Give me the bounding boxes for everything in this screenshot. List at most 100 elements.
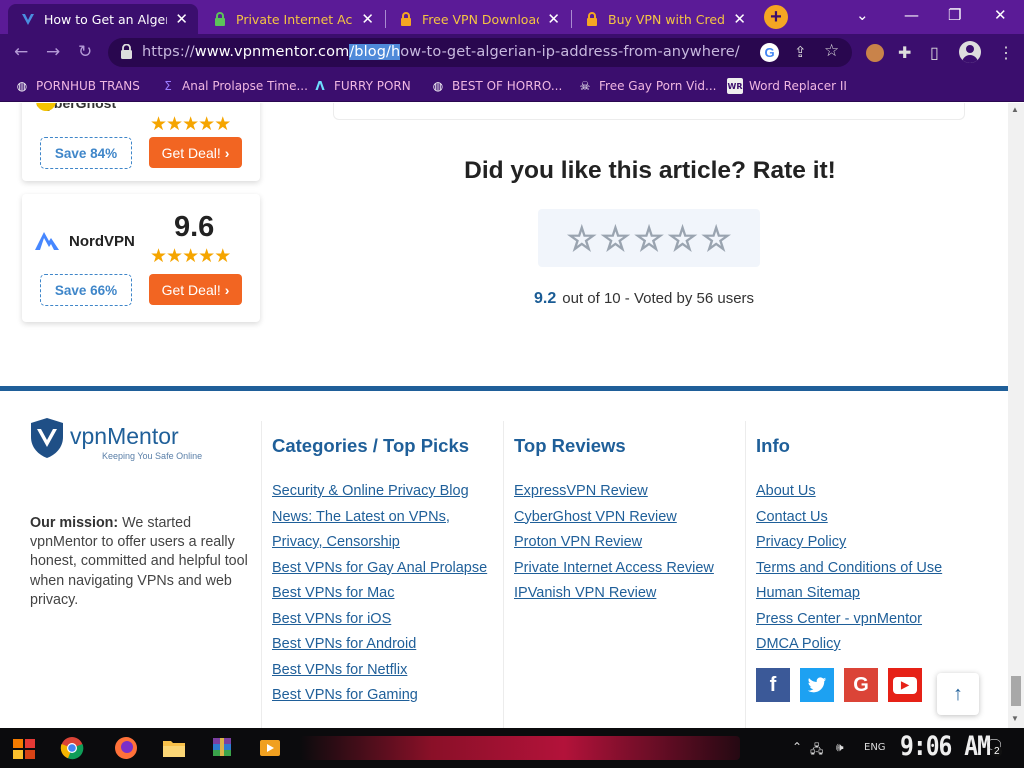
- minimize-icon[interactable]: —: [904, 6, 919, 24]
- scroll-up-arrow-icon[interactable]: ▲: [1011, 105, 1019, 114]
- footer-link[interactable]: Proton VPN Review: [514, 530, 739, 556]
- winrar-taskbar-icon[interactable]: [208, 734, 236, 762]
- star-icon: ★: [182, 114, 199, 135]
- bookmark-pornhub-trans[interactable]: ◍ PORNHUB TRANS: [14, 78, 140, 94]
- vpnmentor-shield-icon: [31, 418, 63, 458]
- back-arrow-icon[interactable]: ←: [14, 42, 28, 62]
- footer-link[interactable]: Best VPNs for Gay Anal Prolapse: [272, 556, 497, 582]
- chrome-taskbar-icon[interactable]: [58, 734, 86, 762]
- star-icon: ★: [150, 114, 167, 135]
- close-tab-icon[interactable]: ✕: [733, 10, 746, 28]
- rate-star-4-icon[interactable]: ☆: [667, 221, 698, 255]
- footer-link[interactable]: Privacy Policy: [756, 530, 996, 556]
- tab-private-internet-access[interactable]: Private Internet Acce ✕: [200, 4, 384, 34]
- footer-link[interactable]: Best VPNs for Netflix: [272, 658, 497, 684]
- facebook-icon[interactable]: f: [756, 668, 790, 702]
- tab-buy-vpn-credit[interactable]: Buy VPN with Credit ✕: [572, 4, 756, 34]
- nordvpn-brand: NordVPN: [69, 233, 135, 250]
- start-button[interactable]: [10, 734, 38, 762]
- extensions-puzzle-icon[interactable]: ✚: [898, 43, 911, 63]
- bookmark-free-gay-porn[interactable]: ☠ Free Gay Porn Vid...: [577, 78, 717, 94]
- footer-heading: Info: [756, 435, 790, 456]
- tab-how-to-get-algerian-ip[interactable]: How to Get an Algeria ✕: [8, 4, 198, 34]
- side-panel-icon[interactable]: ▯: [930, 43, 939, 63]
- star-icon: ★: [166, 246, 183, 267]
- footer-link[interactable]: Human Sitemap: [756, 581, 996, 607]
- get-deal-button[interactable]: Get Deal! ›: [149, 137, 242, 168]
- bookmark-star-icon[interactable]: ☆: [824, 41, 839, 61]
- url-path: ow-to-get-algerian-ip-address-from-anywh…: [400, 44, 740, 60]
- bookmark-icon: Σ: [164, 79, 172, 93]
- footer-link[interactable]: IPVanish VPN Review: [514, 581, 739, 607]
- kebab-menu-icon[interactable]: ⋮: [998, 43, 1014, 63]
- extension-avatar-icon[interactable]: [866, 44, 884, 62]
- lock-icon[interactable]: [120, 43, 133, 64]
- tab-search-chevron-icon[interactable]: ⌄: [856, 6, 869, 24]
- mission-label: Our mission:: [30, 515, 119, 531]
- footer-link[interactable]: Contact Us: [756, 505, 996, 531]
- skull-icon: ☠: [579, 79, 591, 93]
- footer-link[interactable]: Best VPNs for Mac: [272, 581, 497, 607]
- footer-link[interactable]: About Us: [756, 479, 996, 505]
- footer-link[interactable]: Private Internet Access Review: [514, 556, 739, 582]
- scroll-down-arrow-icon[interactable]: ▼: [1011, 714, 1019, 723]
- back-to-top-button[interactable]: ↑: [937, 673, 979, 715]
- lock-favicon-icon: [584, 11, 600, 27]
- address-bar[interactable]: https://www.vpnmentor.com/blog/how-to-ge…: [108, 38, 852, 67]
- footer-link[interactable]: News: The Latest on VPNs, Privacy, Censo…: [272, 505, 497, 556]
- close-tab-icon[interactable]: ✕: [175, 10, 188, 28]
- footer-link[interactable]: DMCA Policy: [756, 632, 996, 658]
- network-icon[interactable]: 🖧: [810, 740, 823, 761]
- youtube-icon[interactable]: ▶: [888, 668, 922, 702]
- volume-icon[interactable]: 🕪: [836, 740, 844, 755]
- restore-icon[interactable]: ❐: [948, 6, 961, 24]
- rate-star-3-icon[interactable]: ☆: [634, 221, 665, 255]
- footer-link[interactable]: CyberGhost VPN Review: [514, 505, 739, 531]
- firefox-taskbar-icon[interactable]: [112, 734, 140, 762]
- close-window-icon[interactable]: ✕: [994, 6, 1007, 24]
- file-explorer-icon[interactable]: [160, 734, 188, 762]
- footer-link[interactable]: Best VPNs for iOS: [272, 607, 497, 633]
- close-tab-icon[interactable]: ✕: [361, 10, 374, 28]
- bookmark-furry[interactable]: Λ FURRY PORN: [312, 78, 410, 94]
- google-icon[interactable]: G: [844, 668, 878, 702]
- chevron-right-icon: ›: [224, 281, 230, 298]
- get-deal-label: Get Deal!: [161, 281, 221, 298]
- twitter-icon[interactable]: [800, 668, 834, 702]
- get-deal-button[interactable]: Get Deal! ›: [149, 274, 242, 305]
- bookmark-anal-prolapse[interactable]: Σ Anal Prolapse Time...: [160, 78, 308, 94]
- rate-star-2-icon[interactable]: ☆: [600, 221, 631, 255]
- rate-star-5-icon[interactable]: ☆: [701, 221, 732, 255]
- footer-link[interactable]: ExpressVPN Review: [514, 479, 739, 505]
- rating-star-input[interactable]: ☆ ☆ ☆ ☆ ☆: [538, 209, 760, 267]
- star-icon: ★: [198, 114, 215, 135]
- page-scrollbar[interactable]: ▲ ▼: [1008, 103, 1024, 728]
- footer-link[interactable]: Terms and Conditions of Use: [756, 556, 996, 582]
- footer-link[interactable]: Security & Online Privacy Blog: [272, 479, 497, 505]
- rate-star-1-icon[interactable]: ☆: [566, 221, 597, 255]
- google-lens-icon[interactable]: G: [760, 43, 779, 62]
- footer-heading: Top Reviews: [514, 435, 626, 456]
- reload-icon[interactable]: ↻: [78, 42, 92, 62]
- bookmark-word-replacer[interactable]: WR Word Replacer II: [727, 78, 847, 94]
- chevron-right-icon: ›: [224, 144, 230, 161]
- forward-arrow-icon[interactable]: →: [46, 42, 60, 62]
- scrollbar-thumb[interactable]: [1011, 676, 1021, 706]
- url-text[interactable]: https://www.vpnmentor.com/blog/how-to-ge…: [142, 44, 740, 60]
- footer-link[interactable]: Best VPNs for Gaming: [272, 683, 497, 709]
- share-icon[interactable]: ⇪: [794, 43, 807, 61]
- footer-link[interactable]: Press Center - vpnMentor: [756, 607, 996, 633]
- vpn-card-cyberghost: CyberGhost ★★★★★ Save 84% Get Deal! ›: [22, 103, 260, 181]
- media-player-icon[interactable]: [256, 734, 284, 762]
- profile-avatar-icon[interactable]: [959, 41, 981, 63]
- language-indicator[interactable]: ENG: [864, 742, 886, 753]
- taskbar-clock[interactable]: 9:06 AM: [900, 732, 991, 762]
- footer-link[interactable]: Best VPNs for Android: [272, 632, 497, 658]
- tab-free-vpn-download[interactable]: Free VPN Download f ✕: [386, 4, 570, 34]
- show-hidden-icons-chevron-icon[interactable]: ⌃: [792, 740, 802, 754]
- close-tab-icon[interactable]: ✕: [547, 10, 560, 28]
- globe-icon: ◍: [16, 79, 28, 93]
- bookmark-best-of-horror[interactable]: ◍ BEST OF HORRO...: [430, 78, 563, 94]
- new-tab-button[interactable]: +: [764, 5, 788, 29]
- star-icon: ★: [182, 246, 199, 267]
